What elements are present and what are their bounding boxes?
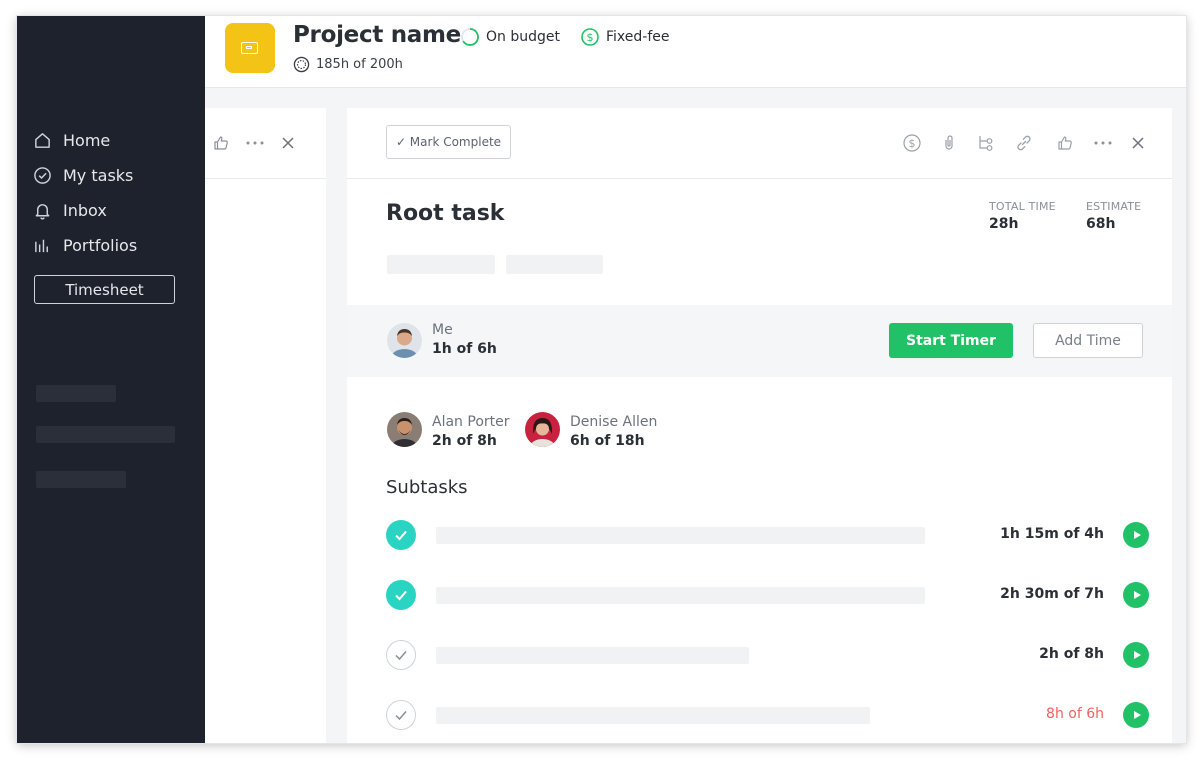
checkmark-icon xyxy=(395,651,407,661)
budget-status-badge: On budget xyxy=(460,27,560,47)
task-title[interactable]: Root task xyxy=(386,201,504,226)
play-icon[interactable] xyxy=(1123,582,1149,608)
attachment-icon[interactable] xyxy=(939,133,959,153)
project-hours: 185h of 200h xyxy=(293,56,403,73)
avatar xyxy=(525,412,560,447)
more-icon[interactable] xyxy=(1091,133,1115,153)
project-hours-text: 185h of 200h xyxy=(316,57,403,72)
avatar xyxy=(387,323,422,358)
play-icon[interactable] xyxy=(1123,702,1149,728)
total-time-label: TOTAL TIME xyxy=(989,200,1056,213)
person-hours: 2h of 8h xyxy=(432,433,497,449)
like-icon[interactable] xyxy=(1055,133,1075,153)
my-time-row: Me 1h of 6h Start Timer Add Time xyxy=(347,305,1172,377)
more-icon[interactable] xyxy=(244,133,266,153)
sidebar-placeholder xyxy=(36,471,126,488)
subtask-name-placeholder xyxy=(436,707,870,724)
link-icon[interactable] xyxy=(1014,133,1034,153)
subtask-time: 2h 30m of 7h xyxy=(1000,586,1104,602)
sidebar-placeholder xyxy=(36,426,175,443)
total-time-value: 28h xyxy=(989,216,1019,232)
sidebar-item-portfolios[interactable]: Portfolios xyxy=(33,233,137,257)
sidebar-item-label: Inbox xyxy=(63,200,107,220)
sidebar: Home My tasks Inbox Portfolios Timesheet xyxy=(17,16,205,743)
subtask-time: 1h 15m of 4h xyxy=(1000,526,1104,542)
subtask-row[interactable]: 2h of 8h xyxy=(347,635,1172,675)
bell-icon xyxy=(35,203,50,219)
estimate-label: ESTIMATE xyxy=(1086,200,1142,213)
subtask-time: 2h of 8h xyxy=(1039,646,1104,662)
person-hours: 6h of 18h xyxy=(570,433,645,449)
sidebar-item-label: My tasks xyxy=(63,165,134,185)
svg-text:$: $ xyxy=(587,31,594,44)
subtask-row[interactable]: 1h 15m of 4h xyxy=(347,515,1172,555)
subtask-name-placeholder xyxy=(436,587,925,604)
tag-placeholder xyxy=(387,255,495,274)
timesheet-button[interactable]: Timesheet xyxy=(34,275,175,304)
fee-type-badge: $ Fixed-fee xyxy=(580,27,670,47)
subtask-checkbox[interactable] xyxy=(386,640,416,670)
like-icon[interactable] xyxy=(211,133,231,153)
subtask-row[interactable]: 8h of 6h xyxy=(347,695,1172,735)
list-panel-toolbar xyxy=(205,108,326,179)
person-name: Alan Porter xyxy=(432,414,510,430)
subtask-checkbox[interactable] xyxy=(386,520,416,550)
app-window: Home My tasks Inbox Portfolios Timesheet… xyxy=(17,16,1186,743)
list-panel xyxy=(205,108,326,743)
project-title: Project name xyxy=(293,22,461,48)
person-name: Me xyxy=(432,322,453,338)
dollar-icon[interactable]: $ xyxy=(902,133,922,153)
sidebar-item-label: Portfolios xyxy=(63,235,138,255)
sidebar-item-inbox[interactable]: Inbox xyxy=(33,198,107,222)
subtasks-heading: Subtasks xyxy=(386,477,468,498)
sidebar-item-home[interactable]: Home xyxy=(33,128,110,152)
bar-chart-icon xyxy=(35,239,48,252)
subtask-name-placeholder xyxy=(436,647,749,664)
add-time-button[interactable]: Add Time xyxy=(1033,323,1143,358)
start-timer-button[interactable]: Start Timer xyxy=(889,323,1013,358)
play-icon[interactable] xyxy=(1123,642,1149,668)
checkmark-icon xyxy=(395,590,407,601)
svg-text:$: $ xyxy=(909,137,916,150)
close-icon[interactable] xyxy=(278,133,298,153)
subtask-row[interactable]: 2h 30m of 7h xyxy=(347,575,1172,615)
checkmark-icon xyxy=(395,711,407,721)
budget-status-text: On budget xyxy=(486,29,560,45)
sidebar-placeholder xyxy=(36,385,116,402)
progress-ring-icon xyxy=(461,28,479,46)
mark-complete-button[interactable]: ✓ Mark Complete xyxy=(386,125,511,159)
project-icon[interactable] xyxy=(225,23,275,73)
subtask-icon[interactable] xyxy=(976,133,996,153)
project-header: Project name On budget $ Fixed-fee 185h … xyxy=(205,16,1186,88)
task-toolbar: ✓ Mark Complete $ xyxy=(347,108,1172,179)
person-hours: 1h of 6h xyxy=(432,341,497,357)
subtask-time-over-budget: 8h of 6h xyxy=(1046,706,1104,722)
sidebar-item-label: Home xyxy=(63,130,111,150)
close-icon[interactable] xyxy=(1128,133,1148,153)
home-icon xyxy=(35,132,50,148)
dollar-circle-icon: $ xyxy=(581,28,599,46)
stopwatch-icon xyxy=(293,56,310,73)
sidebar-item-my-tasks[interactable]: My tasks xyxy=(33,163,133,187)
fee-type-text: Fixed-fee xyxy=(606,29,670,45)
subtask-checkbox[interactable] xyxy=(386,700,416,730)
subtask-name-placeholder xyxy=(436,527,925,544)
estimate-value: 68h xyxy=(1086,216,1116,232)
check-circle-icon xyxy=(34,166,51,184)
checkmark-icon xyxy=(395,530,407,541)
play-icon[interactable] xyxy=(1123,522,1149,548)
subtask-checkbox[interactable] xyxy=(386,580,416,610)
tag-placeholder xyxy=(506,255,603,274)
avatar xyxy=(387,412,422,447)
person-name: Denise Allen xyxy=(570,414,658,430)
task-detail-panel: ✓ Mark Complete $ Root task TOTAL TIME 2… xyxy=(347,108,1172,743)
